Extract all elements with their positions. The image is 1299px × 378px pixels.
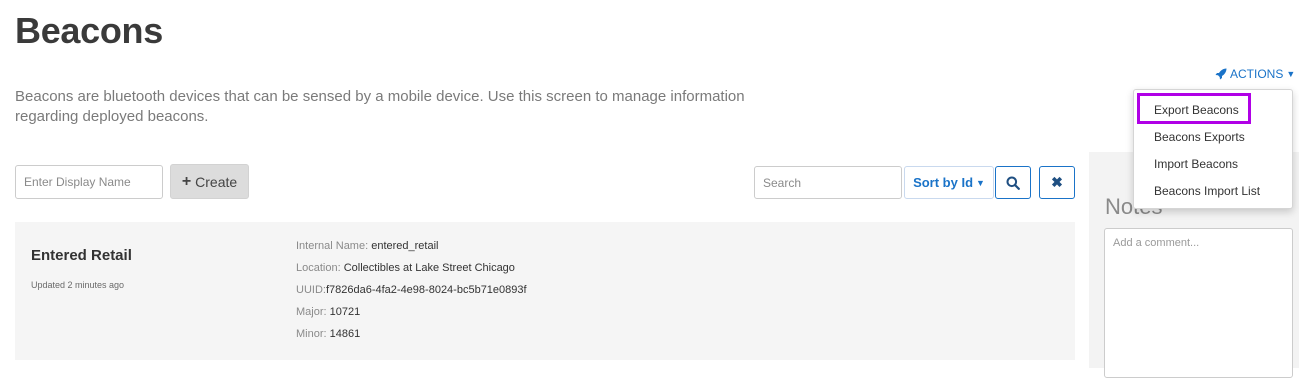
actions-label: ACTIONS xyxy=(1230,67,1284,81)
actions-menu: Export Beacons Beacons Exports Import Be… xyxy=(1133,89,1293,209)
beacon-name[interactable]: Entered Retail xyxy=(31,247,132,264)
caret-down-icon: ▼ xyxy=(1286,69,1296,79)
beacon-minor: Minor: 14861 xyxy=(296,328,361,340)
create-label: Create xyxy=(195,173,238,190)
search-icon xyxy=(1006,176,1020,190)
beacon-major: Major: 10721 xyxy=(296,306,361,318)
beacon-updated-time: Updated 2 minutes ago xyxy=(31,280,125,290)
sort-label: Sort by Id xyxy=(913,175,974,190)
search-button[interactable] xyxy=(995,166,1031,199)
menu-item-import-beacons[interactable]: Import Beacons xyxy=(1154,157,1238,171)
plus-icon: + xyxy=(181,172,192,190)
search-input[interactable] xyxy=(754,166,902,199)
sort-dropdown-button[interactable]: Sort by Id ▼ xyxy=(904,166,994,199)
beacon-location: Location: Collectibles at Lake Street Ch… xyxy=(296,262,515,274)
page-title: Beacons xyxy=(15,10,163,51)
create-button[interactable]: + Create xyxy=(170,164,249,199)
caret-down-icon: ▼ xyxy=(976,177,985,188)
beacon-uuid: UUID:f7826da6-4fa2-4e98-8024-bc5b71e0893… xyxy=(296,284,527,296)
beacon-internal-name: Internal Name: entered_retail xyxy=(296,240,439,252)
close-icon: ✖ xyxy=(1051,174,1063,190)
actions-dropdown-toggle[interactable]: ACTIONS ▼ xyxy=(1215,67,1295,81)
page-description: Beacons are bluetooth devices that can b… xyxy=(15,88,745,125)
beacon-list-item[interactable]: Entered Retail Updated 2 minutes ago Int… xyxy=(15,222,1075,360)
comment-input[interactable] xyxy=(1104,228,1293,378)
clear-search-button[interactable]: ✖ xyxy=(1039,166,1075,199)
display-name-input[interactable] xyxy=(15,165,163,199)
rocket-icon xyxy=(1215,68,1227,80)
menu-item-export-beacons[interactable]: Export Beacons xyxy=(1154,103,1239,117)
menu-item-beacons-exports[interactable]: Beacons Exports xyxy=(1154,130,1245,144)
menu-item-beacons-import-list[interactable]: Beacons Import List xyxy=(1154,184,1260,198)
